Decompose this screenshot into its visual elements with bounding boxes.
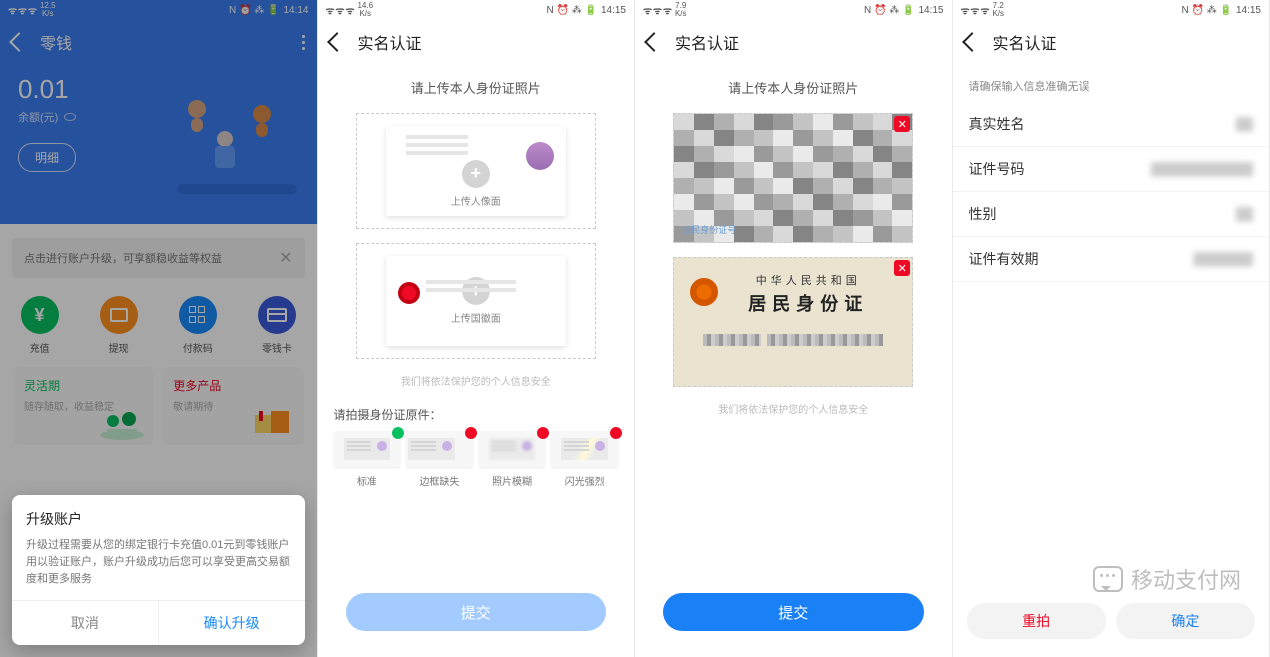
emblem-icon	[398, 282, 420, 304]
status-bar: ᯤ ᯤ ᯤ 7.9K/s N ⏰ ⁂ 🔋 14:15	[635, 0, 952, 20]
page-title: 零钱	[40, 30, 72, 54]
back-icon[interactable]	[962, 32, 982, 52]
wallet-hero: 0.01 余额(元) 明细	[0, 64, 317, 224]
status-icons: N ⏰ ⁂ 🔋	[547, 5, 597, 16]
guide-title: 请拍摄身份证原件：	[318, 406, 635, 423]
back-icon[interactable]	[9, 32, 29, 52]
status-icons: N ⏰ ⁂ 🔋	[1182, 5, 1232, 16]
screen-wallet: ᯤ ᯤ ᯤ 12.5K/s N ⏰ ⁂ 🔋 14:14 零钱 0.01 余额(元…	[0, 0, 318, 657]
reshoot-button[interactable]: 重拍	[967, 603, 1106, 639]
national-emblem-icon	[690, 278, 718, 306]
avatar-icon	[526, 142, 554, 170]
upload-back-slot[interactable]: + 上传国徽面	[356, 243, 596, 359]
dialog-body: 升级过程需要从您的绑定银行卡充值0.01元到零钱账户用以验证账户，账户升级成功后…	[26, 537, 291, 588]
value-name: ██	[1236, 117, 1253, 131]
upgrade-dialog: 升级账户 升级过程需要从您的绑定银行卡充值0.01元到零钱账户用以验证账户，账户…	[12, 495, 305, 645]
remove-back-icon[interactable]: ✕	[894, 260, 910, 276]
withdraw-icon	[100, 296, 138, 334]
form-tip: 请确保输入信息准确无误	[953, 64, 1270, 102]
guide-standard: 标准	[334, 431, 401, 488]
time: 14:14	[283, 5, 308, 16]
confirm-upgrade-button[interactable]: 确认升级	[159, 601, 305, 645]
header: 实名认证	[953, 20, 1270, 64]
header: 实名认证	[635, 20, 952, 64]
paycode-icon	[179, 296, 217, 334]
status-icons: N ⏰ ⁂ 🔋	[864, 5, 914, 16]
status-bar: ᯤ ᯤ ᯤ 14.6K/s N ⏰ ⁂ 🔋 14:15	[318, 0, 635, 20]
status-bar: ᯤ ᯤ ᯤ 12.5K/s N ⏰ ⁂ 🔋 14:14	[0, 0, 317, 20]
confirm-button[interactable]: 确定	[1116, 603, 1255, 639]
screen-upload-filled: ᯤ ᯤ ᯤ 7.9K/s N ⏰ ⁂ 🔋 14:15 实名认证 请上传本人身份证…	[635, 0, 953, 657]
status-bar: ᯤ ᯤ ᯤ 7.2K/s N ⏰ ⁂ 🔋 14:15	[953, 0, 1270, 20]
close-banner-icon[interactable]: ✕	[279, 248, 292, 268]
more-icon[interactable]	[302, 35, 305, 50]
submit-button-disabled[interactable]: 提交	[346, 593, 607, 631]
upgrade-banner[interactable]: 点击进行账户升级，可享额稳收益等权益 ✕	[12, 238, 305, 278]
visibility-icon[interactable]	[64, 113, 76, 121]
row-validity: 证件有效期 ███████	[953, 237, 1270, 282]
signal-icon: ᯤ ᯤ ᯤ	[643, 3, 671, 17]
back-icon[interactable]	[327, 32, 347, 52]
action-withdraw[interactable]: 提现	[100, 296, 138, 355]
guide-clipped: 边框缺失	[406, 431, 473, 488]
wechat-bubble-icon	[1093, 566, 1123, 592]
privacy-note: 我们将依法保护您的个人信息安全	[635, 401, 952, 416]
submit-button[interactable]: 提交	[663, 593, 924, 631]
card-icon	[258, 296, 296, 334]
product-cards: 灵活期 随存随取，收益稳定 更多产品 敬请期待	[0, 361, 317, 449]
watermark: 移动支付网	[1093, 563, 1241, 595]
status-icons: N ⏰ ⁂ 🔋	[229, 5, 279, 16]
page-title: 实名认证	[358, 30, 422, 54]
value-gender: ██	[1236, 207, 1253, 221]
dialog-title: 升级账户	[26, 509, 291, 529]
row-gender: 性别 ██	[953, 192, 1270, 237]
card-flexible[interactable]: 灵活期 随存随取，收益稳定	[14, 367, 153, 443]
uploaded-front[interactable]: /*placeholder*/ 公民身份证号 ✕	[673, 113, 913, 243]
card-more[interactable]: 更多产品 敬请期待	[163, 367, 302, 443]
row-idnumber: 证件号码 ████████████	[953, 147, 1270, 192]
header: 实名认证	[318, 20, 635, 64]
plus-icon: +	[462, 160, 490, 188]
page-title: 实名认证	[675, 30, 739, 54]
back-icon[interactable]	[644, 32, 664, 52]
upload-instruction: 请上传本人身份证照片	[635, 64, 952, 107]
privacy-note: 我们将依法保护您的个人信息安全	[318, 373, 635, 388]
screen-upload-empty: ᯤ ᯤ ᯤ 14.6K/s N ⏰ ⁂ 🔋 14:15 实名认证 请上传本人身份…	[318, 0, 636, 657]
time: 14:15	[918, 5, 943, 16]
signal-icon: ᯤ ᯤ ᯤ	[326, 3, 354, 17]
signal-icon: ᯤ ᯤ ᯤ	[8, 3, 36, 17]
value-idnumber: ████████████	[1151, 162, 1253, 176]
upload-instruction: 请上传本人身份证照片	[318, 64, 635, 107]
detail-button[interactable]: 明细	[18, 143, 76, 172]
row-name: 真实姓名 ██	[953, 102, 1270, 147]
time: 14:15	[601, 5, 626, 16]
signal-icon: ᯤ ᯤ ᯤ	[961, 3, 989, 17]
cancel-button[interactable]: 取消	[12, 601, 159, 645]
guide-blurred: 照片模糊	[479, 431, 546, 488]
header: 零钱	[0, 20, 317, 64]
hero-illustration	[167, 84, 307, 204]
guide-flash: 闪光强烈	[551, 431, 618, 488]
upload-front-slot[interactable]: + 上传人像面	[356, 113, 596, 229]
action-recharge[interactable]: 充值	[21, 296, 59, 355]
guide-row: 标准 边框缺失 照片模糊 闪光强烈	[318, 423, 635, 488]
screen-form-review: ᯤ ᯤ ᯤ 7.2K/s N ⏰ ⁂ 🔋 14:15 实名认证 请确保输入信息准…	[953, 0, 1270, 657]
value-validity: ███████	[1193, 252, 1253, 266]
page-title: 实名认证	[993, 30, 1057, 54]
remove-front-icon[interactable]: ✕	[894, 116, 910, 132]
recharge-icon	[21, 296, 59, 334]
action-card[interactable]: 零钱卡	[258, 296, 296, 355]
action-paycode[interactable]: 付款码	[179, 296, 217, 355]
uploaded-back[interactable]: 中华人民共和国 居民身份证 ✕	[673, 257, 913, 387]
action-grid: 充值 提现 付款码 零钱卡	[0, 288, 317, 361]
time: 14:15	[1236, 5, 1261, 16]
